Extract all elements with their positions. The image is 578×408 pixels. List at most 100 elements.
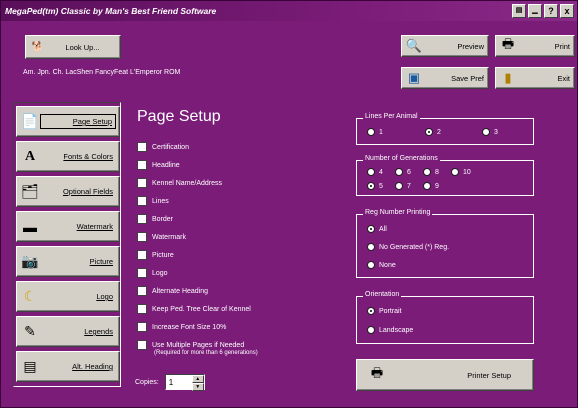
generations-group: Number of Generations 4 6 8 10 5 7 9 <box>356 155 534 196</box>
preview-icon: 🔍 <box>405 38 423 53</box>
radio[interactable] <box>367 128 375 136</box>
reg-number-group: Reg Number Printing All No Generated (*)… <box>356 209 534 278</box>
checkbox[interactable] <box>137 232 147 242</box>
radio[interactable] <box>425 128 433 136</box>
radio[interactable] <box>482 128 490 136</box>
radio-gen-8[interactable]: 8 <box>423 168 439 176</box>
radio[interactable] <box>367 326 375 334</box>
page-title: Page Setup <box>137 108 221 125</box>
page-options-list: Certification Headline Kennel Name/Addre… <box>137 138 347 356</box>
checkbox[interactable] <box>137 250 147 260</box>
radio-gen-9[interactable]: 9 <box>423 182 439 190</box>
current-dog-name: Am. Jpn. Ch. LacShen FancyFeat L'Emperor… <box>23 69 181 76</box>
radio[interactable] <box>367 243 375 251</box>
sidebar-item-optional-fields[interactable]: 🗂 Optional Fields <box>16 176 120 207</box>
radio[interactable] <box>423 168 431 176</box>
minimize-icon[interactable]: ▁ <box>528 4 542 18</box>
sidebar-item-page-setup[interactable]: 📄 Page Setup <box>16 106 120 137</box>
sidebar-item-logo[interactable]: ☾ Logo <box>16 281 120 312</box>
heading-icon: ▤ <box>23 358 37 374</box>
checkbox[interactable] <box>137 304 147 314</box>
radio-lines-1[interactable]: 1 <box>367 128 383 136</box>
spin-down-icon[interactable]: ▼ <box>191 383 204 391</box>
checkbox[interactable] <box>137 286 147 296</box>
radio-landscape[interactable]: Landscape <box>367 326 413 334</box>
checkbox[interactable] <box>137 142 147 152</box>
checkbox[interactable] <box>137 268 147 278</box>
lines-per-animal-group: Lines Per Animal 1 2 3 <box>356 113 534 145</box>
preview-button[interactable]: 🔍 Preview <box>401 35 489 57</box>
printer-setup-icon: 🖶 <box>370 365 384 380</box>
save-pref-button[interactable]: ▣ Save Pref <box>401 67 489 89</box>
radio[interactable] <box>367 182 375 190</box>
save-icon: ▣ <box>407 70 421 85</box>
option-kennel-name-address[interactable]: Kennel Name/Address <box>137 174 347 192</box>
radio[interactable] <box>423 182 431 190</box>
sidebar-item-watermark[interactable]: ▬ Watermark <box>16 211 120 242</box>
app-window: MegaPed(tm) Classic by Man's Best Friend… <box>0 0 578 408</box>
radio[interactable] <box>367 307 375 315</box>
option-lines[interactable]: Lines <box>137 192 347 210</box>
option-alternate-heading[interactable]: Alternate Heading <box>137 282 347 300</box>
printer-setup-button[interactable]: 🖶 Printer Setup <box>356 359 534 391</box>
group-title: Number of Generations <box>363 155 440 162</box>
lookup-button[interactable]: 🐕 Look Up... <box>25 35 121 59</box>
checkbox[interactable] <box>137 196 147 206</box>
sidebar-item-picture[interactable]: 📷 Picture <box>16 246 120 277</box>
checkbox[interactable] <box>137 178 147 188</box>
sidebar-item-fonts-colors[interactable]: A Fonts & Colors <box>16 141 120 172</box>
option-watermark[interactable]: Watermark <box>137 228 347 246</box>
print-button[interactable]: 🖶 Print <box>495 35 575 57</box>
option-headline[interactable]: Headline <box>137 156 347 174</box>
radio-gen-6[interactable]: 6 <box>395 168 411 176</box>
radio-gen-7[interactable]: 7 <box>395 182 411 190</box>
radio-lines-3[interactable]: 3 <box>482 128 498 136</box>
window-title: MegaPed(tm) Classic by Man's Best Friend… <box>5 6 217 16</box>
checkbox[interactable] <box>137 322 147 332</box>
radio-portrait[interactable]: Portrait <box>367 307 402 315</box>
copies-input[interactable]: 1 ▲ ▼ <box>164 374 205 391</box>
spin-up-icon[interactable]: ▲ <box>191 375 204 383</box>
radio-lines-2[interactable]: 2 <box>425 128 441 136</box>
app-menu-icon[interactable]: ▤ <box>512 4 526 18</box>
sidebar: 📄 Page Setup A Fonts & Colors 🗂 Optional… <box>13 102 121 387</box>
option-border[interactable]: Border <box>137 210 347 228</box>
logo-icon: ☾ <box>23 288 37 304</box>
radio[interactable] <box>451 168 459 176</box>
title-bar: MegaPed(tm) Classic by Man's Best Friend… <box>1 1 577 21</box>
sidebar-item-legends[interactable]: ✎ Legends <box>16 316 120 347</box>
radio-reg-none[interactable]: None <box>367 261 396 269</box>
font-icon: A <box>24 148 36 164</box>
checkbox[interactable] <box>137 160 147 170</box>
checkbox[interactable] <box>137 214 147 224</box>
option-keep-tree-clear[interactable]: Keep Ped. Tree Clear of Kennel <box>137 300 347 318</box>
group-title: Lines Per Animal <box>363 113 420 120</box>
copies-label: Copies: <box>135 378 159 386</box>
radio-gen-10[interactable]: 10 <box>451 168 471 176</box>
checkbox[interactable] <box>137 340 147 350</box>
orientation-group: Orientation Portrait Landscape <box>356 291 534 344</box>
exit-button[interactable]: ▮ Exit <box>495 67 575 89</box>
radio-gen-5[interactable]: 5 <box>367 182 383 190</box>
legends-icon: ✎ <box>24 323 36 339</box>
radio[interactable] <box>367 225 375 233</box>
copies-value: 1 <box>168 377 174 387</box>
copies-spinner[interactable]: ▲ ▼ <box>191 375 204 391</box>
option-picture[interactable]: Picture <box>137 246 347 264</box>
radio-reg-no-generated[interactable]: No Generated (*) Reg. <box>367 243 449 251</box>
multi-page-note: (Required for more than 6 generations) <box>154 350 258 356</box>
copies-control: Copies: 1 ▲ ▼ <box>135 374 205 391</box>
radio[interactable] <box>367 261 375 269</box>
option-certification[interactable]: Certification <box>137 138 347 156</box>
group-title: Reg Number Printing <box>363 209 433 216</box>
help-button[interactable]: ? <box>544 4 558 18</box>
option-increase-font[interactable]: Increase Font Size 10% <box>137 318 347 336</box>
radio[interactable] <box>367 168 375 176</box>
radio-reg-all[interactable]: All <box>367 225 387 233</box>
radio-gen-4[interactable]: 4 <box>367 168 383 176</box>
radio[interactable] <box>395 168 403 176</box>
option-logo[interactable]: Logo <box>137 264 347 282</box>
radio[interactable] <box>395 182 403 190</box>
sidebar-item-alt-heading[interactable]: ▤ Alt. Heading <box>16 351 120 382</box>
close-button[interactable]: x <box>560 4 574 18</box>
